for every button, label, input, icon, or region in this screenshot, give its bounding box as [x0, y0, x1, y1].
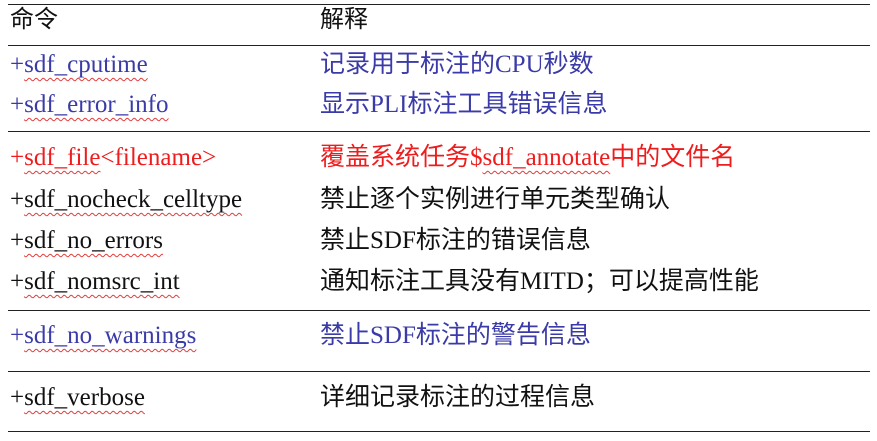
table-row-description: 禁止SDF标注的警告信息	[320, 322, 591, 349]
command-name: sdf_verbose	[24, 384, 145, 411]
header-command: 命令	[10, 7, 58, 33]
header-description: 解释	[320, 7, 368, 33]
table-row-command: +sdf_error_info	[10, 90, 169, 120]
table-row-command: +sdf_cputime	[10, 50, 148, 80]
table-row-description: 通知标注工具没有MITD；可以提高性能	[320, 268, 759, 295]
table-row-description: 禁止逐个实例进行单元类型确认	[320, 186, 671, 213]
table-row-command: +sdf_verbose	[10, 383, 145, 413]
table-top-rule	[8, 4, 870, 5]
table-row-command: +sdf_no_errors	[10, 226, 163, 256]
section-rule	[8, 310, 870, 311]
command-prefix: +	[10, 144, 25, 171]
command-name: sdf_cputime	[24, 51, 148, 78]
command-prefix: +	[10, 91, 25, 118]
command-name: sdf_file	[24, 144, 101, 171]
table-row-description: 禁止SDF标注的错误信息	[320, 227, 591, 254]
table-row-command: +sdf_no_warnings	[10, 321, 196, 351]
description-before: 覆盖系统任务$	[320, 144, 483, 171]
table-row-command: +sdf_nomsrc_int	[10, 267, 180, 297]
table-row-description: 详细记录标注的过程信息	[320, 384, 596, 411]
section-rule	[8, 371, 870, 372]
command-prefix: +	[10, 227, 25, 254]
table-row-command: +sdf_file<filename>	[10, 143, 216, 173]
command-name: sdf_nocheck_celltype	[24, 186, 243, 213]
command-name: sdf_error_info	[24, 91, 169, 118]
header-rule	[8, 45, 870, 46]
command-suffix: <filename>	[100, 144, 217, 171]
command-prefix: +	[10, 186, 25, 213]
command-prefix: +	[10, 51, 25, 78]
table-row-description: 覆盖系统任务$sdf_annotate中的文件名	[320, 143, 735, 173]
command-name: sdf_no_warnings	[24, 322, 197, 349]
command-prefix: +	[10, 322, 25, 349]
table-row-description: 显示PLI标注工具错误信息	[320, 91, 608, 118]
description-underlined: sdf_annotate	[482, 144, 611, 171]
table-bottom-rule	[8, 431, 870, 432]
table-row-description: 记录用于标注的CPU秒数	[320, 51, 594, 78]
command-name: sdf_no_errors	[24, 227, 163, 254]
command-name: sdf_nomsrc_int	[24, 268, 180, 295]
description-after: 中的文件名	[610, 144, 736, 171]
command-prefix: +	[10, 268, 25, 295]
command-prefix: +	[10, 384, 25, 411]
section-rule	[8, 131, 870, 132]
table-row-command: +sdf_nocheck_celltype	[10, 185, 242, 215]
